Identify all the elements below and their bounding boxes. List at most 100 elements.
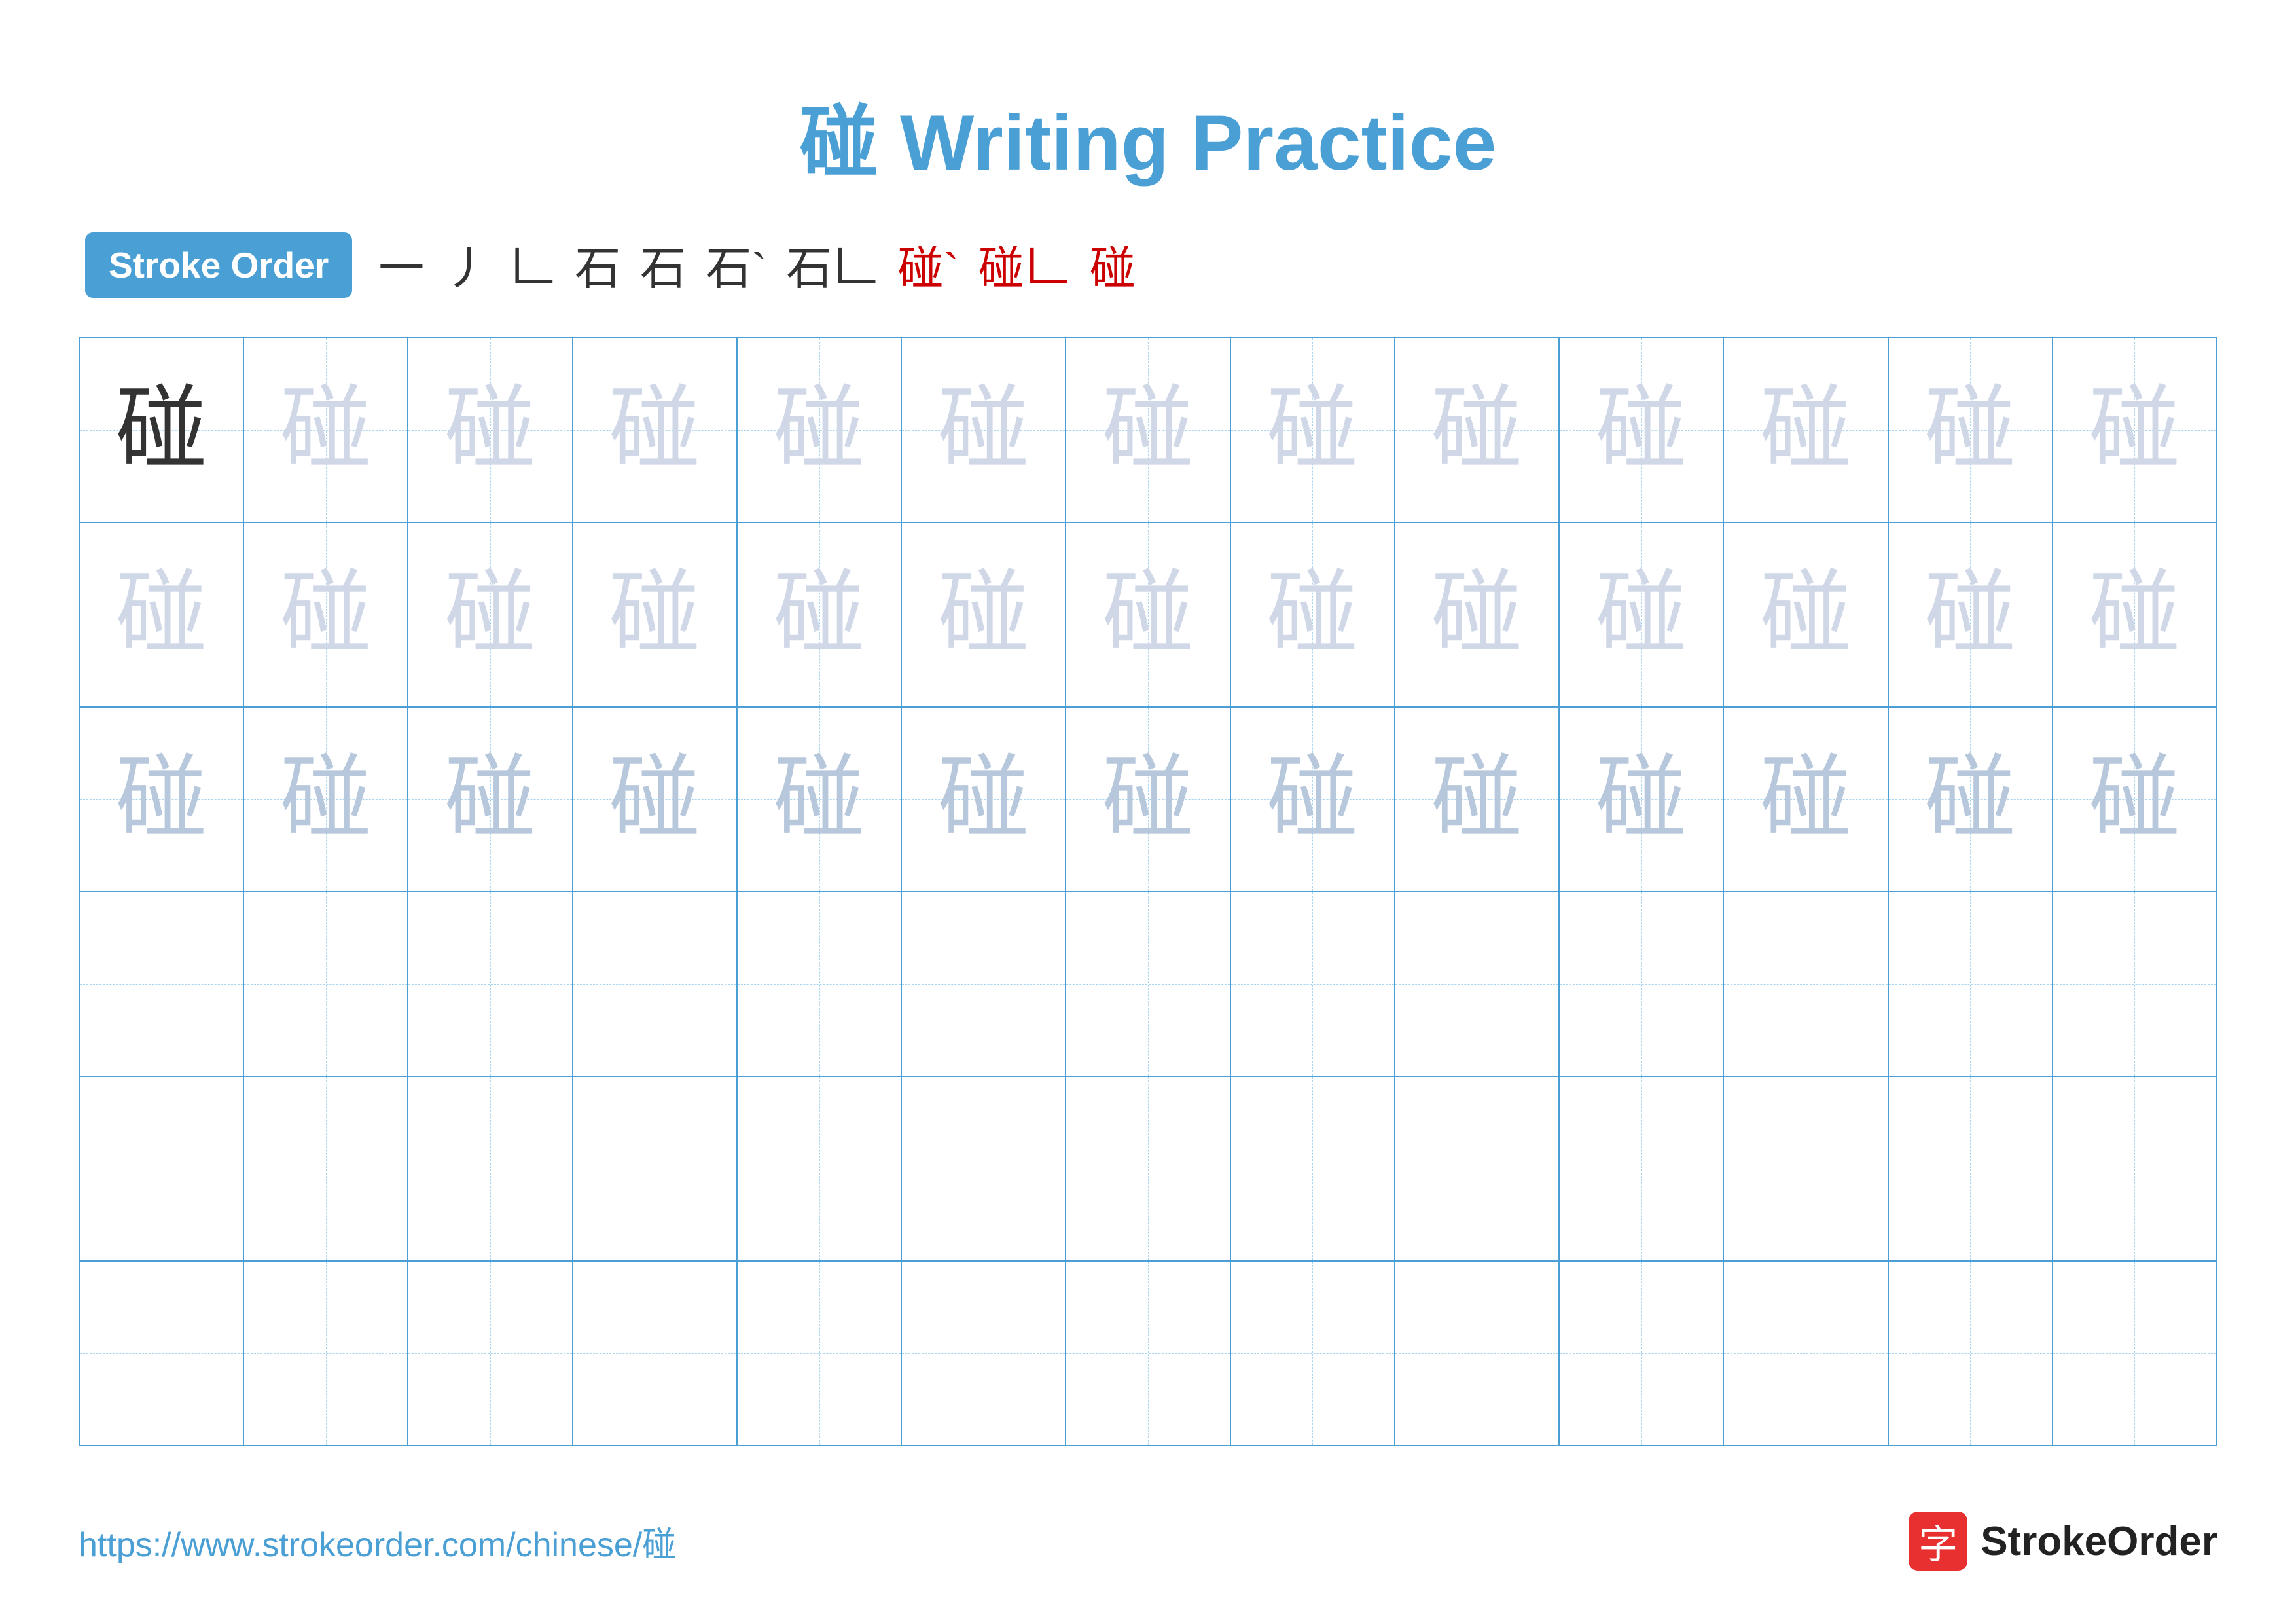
grid-cell-1-5[interactable]: 碰 <box>738 338 902 522</box>
grid-cell-2-5[interactable]: 碰 <box>738 523 902 706</box>
grid-cell-4-5[interactable] <box>738 892 902 1076</box>
char-guide-1-10: 碰 <box>1596 384 1687 476</box>
grid-cell-1-12[interactable]: 碰 <box>1889 338 2053 522</box>
grid-cell-3-12[interactable]: 碰 <box>1889 708 2053 891</box>
grid-cell-5-13[interactable] <box>2053 1077 2216 1260</box>
grid-cell-6-12[interactable] <box>1889 1262 2053 1445</box>
grid-cell-5-7[interactable] <box>1066 1077 1230 1260</box>
grid-cell-4-12[interactable] <box>1889 892 2053 1076</box>
grid-cell-6-3[interactable] <box>408 1262 573 1445</box>
grid-cell-3-5[interactable]: 碰 <box>738 708 902 891</box>
char-guide-1-8: 碰 <box>1266 384 1358 476</box>
grid-cell-4-4[interactable] <box>573 892 738 1076</box>
grid-cell-6-7[interactable] <box>1066 1262 1230 1445</box>
grid-row-1: 碰 碰 碰 碰 碰 碰 碰 碰 碰 <box>80 338 2216 523</box>
grid-cell-6-9[interactable] <box>1395 1262 1560 1445</box>
char-guide-2-9: 碰 <box>1431 569 1522 661</box>
grid-cell-2-6[interactable]: 碰 <box>902 523 1066 706</box>
grid-cell-2-8[interactable]: 碰 <box>1231 523 1395 706</box>
grid-cell-3-3[interactable]: 碰 <box>408 708 573 891</box>
grid-cell-5-3[interactable] <box>408 1077 573 1260</box>
grid-cell-6-11[interactable] <box>1724 1262 1888 1445</box>
grid-cell-4-8[interactable] <box>1231 892 1395 1076</box>
grid-cell-4-3[interactable] <box>408 892 573 1076</box>
grid-cell-6-5[interactable] <box>738 1262 902 1445</box>
grid-cell-5-4[interactable] <box>573 1077 738 1260</box>
grid-cell-5-12[interactable] <box>1889 1077 2053 1260</box>
grid-cell-6-2[interactable] <box>244 1262 408 1445</box>
grid-cell-3-4[interactable]: 碰 <box>573 708 738 891</box>
grid-cell-2-3[interactable]: 碰 <box>408 523 573 706</box>
grid-cell-5-9[interactable] <box>1395 1077 1560 1260</box>
grid-cell-3-10[interactable]: 碰 <box>1560 708 1724 891</box>
grid-cell-2-13[interactable]: 碰 <box>2053 523 2216 706</box>
grid-cell-3-13[interactable]: 碰 <box>2053 708 2216 891</box>
char-guide-1-5: 碰 <box>774 384 865 476</box>
grid-cell-5-11[interactable] <box>1724 1077 1888 1260</box>
footer-url-link[interactable]: https://www.strokeorder.com/chinese/碰 <box>79 1517 676 1566</box>
grid-cell-4-10[interactable] <box>1560 892 1724 1076</box>
practice-grid: 碰 碰 碰 碰 碰 碰 碰 碰 碰 <box>79 337 2217 1446</box>
grid-cell-2-11[interactable]: 碰 <box>1724 523 1888 706</box>
grid-cell-6-6[interactable] <box>902 1262 1066 1445</box>
grid-cell-6-1[interactable] <box>80 1262 244 1445</box>
grid-cell-3-7[interactable]: 碰 <box>1066 708 1230 891</box>
grid-cell-6-13[interactable] <box>2053 1262 2216 1445</box>
grid-cell-3-2[interactable]: 碰 <box>244 708 408 891</box>
grid-cell-4-11[interactable] <box>1724 892 1888 1076</box>
grid-cell-6-8[interactable] <box>1231 1262 1395 1445</box>
grid-cell-1-8[interactable]: 碰 <box>1231 338 1395 522</box>
grid-cell-5-2[interactable] <box>244 1077 408 1260</box>
grid-cell-1-11[interactable]: 碰 <box>1724 338 1888 522</box>
grid-cell-2-7[interactable]: 碰 <box>1066 523 1230 706</box>
char-guide-2-10: 碰 <box>1596 569 1687 661</box>
grid-cell-4-1[interactable] <box>80 892 244 1076</box>
grid-cell-1-13[interactable]: 碰 <box>2053 338 2216 522</box>
grid-cell-1-7[interactable]: 碰 <box>1066 338 1230 522</box>
grid-cell-1-2[interactable]: 碰 <box>244 338 408 522</box>
grid-cell-2-10[interactable]: 碰 <box>1560 523 1724 706</box>
grid-row-2: 碰 碰 碰 碰 碰 碰 碰 碰 碰 <box>80 523 2216 708</box>
grid-cell-1-3[interactable]: 碰 <box>408 338 573 522</box>
grid-cell-5-8[interactable] <box>1231 1077 1395 1260</box>
grid-cell-4-2[interactable] <box>244 892 408 1076</box>
stroke-5: 石 <box>640 232 686 298</box>
grid-cell-3-11[interactable]: 碰 <box>1724 708 1888 891</box>
stroke-2: 丿 <box>444 232 490 298</box>
grid-cell-5-6[interactable] <box>902 1077 1066 1260</box>
grid-cell-6-10[interactable] <box>1560 1262 1724 1445</box>
grid-cell-3-6[interactable]: 碰 <box>902 708 1066 891</box>
grid-cell-3-9[interactable]: 碰 <box>1395 708 1560 891</box>
char-guide-1-3: 碰 <box>444 384 536 476</box>
grid-cell-4-6[interactable] <box>902 892 1066 1076</box>
page-container: 碰 Writing Practice Stroke Order 一 丿 𠃊 石 … <box>0 0 2296 1623</box>
char-guide-2-8: 碰 <box>1266 569 1358 661</box>
char-guide-1-12: 碰 <box>1924 384 2016 476</box>
grid-cell-4-7[interactable] <box>1066 892 1230 1076</box>
char-guide-3-10: 碰 <box>1596 754 1687 845</box>
grid-cell-4-9[interactable] <box>1395 892 1560 1076</box>
char-guide-3-6: 碰 <box>938 754 1030 845</box>
char-guide-3-4: 碰 <box>609 754 700 845</box>
grid-cell-2-2[interactable]: 碰 <box>244 523 408 706</box>
grid-cell-4-13[interactable] <box>2053 892 2216 1076</box>
char-guide-3-2: 碰 <box>280 754 372 845</box>
grid-cell-5-1[interactable] <box>80 1077 244 1260</box>
grid-cell-2-12[interactable]: 碰 <box>1889 523 2053 706</box>
grid-cell-2-1[interactable]: 碰 <box>80 523 244 706</box>
grid-cell-2-4[interactable]: 碰 <box>573 523 738 706</box>
grid-cell-3-1[interactable]: 碰 <box>80 708 244 891</box>
grid-cell-6-4[interactable] <box>573 1262 738 1445</box>
grid-cell-1-4[interactable]: 碰 <box>573 338 738 522</box>
grid-cell-2-9[interactable]: 碰 <box>1395 523 1560 706</box>
grid-cell-5-10[interactable] <box>1560 1077 1724 1260</box>
grid-cell-1-10[interactable]: 碰 <box>1560 338 1724 522</box>
grid-cell-1-9[interactable]: 碰 <box>1395 338 1560 522</box>
char-guide-3-12: 碰 <box>1924 754 2016 845</box>
grid-cell-3-8[interactable]: 碰 <box>1231 708 1395 891</box>
grid-cell-5-5[interactable] <box>738 1077 902 1260</box>
stroke-order-badge: Stroke Order <box>85 232 352 298</box>
char-guide-2-11: 碰 <box>1760 569 1852 661</box>
grid-cell-1-1[interactable]: 碰 <box>80 338 244 522</box>
grid-cell-1-6[interactable]: 碰 <box>902 338 1066 522</box>
